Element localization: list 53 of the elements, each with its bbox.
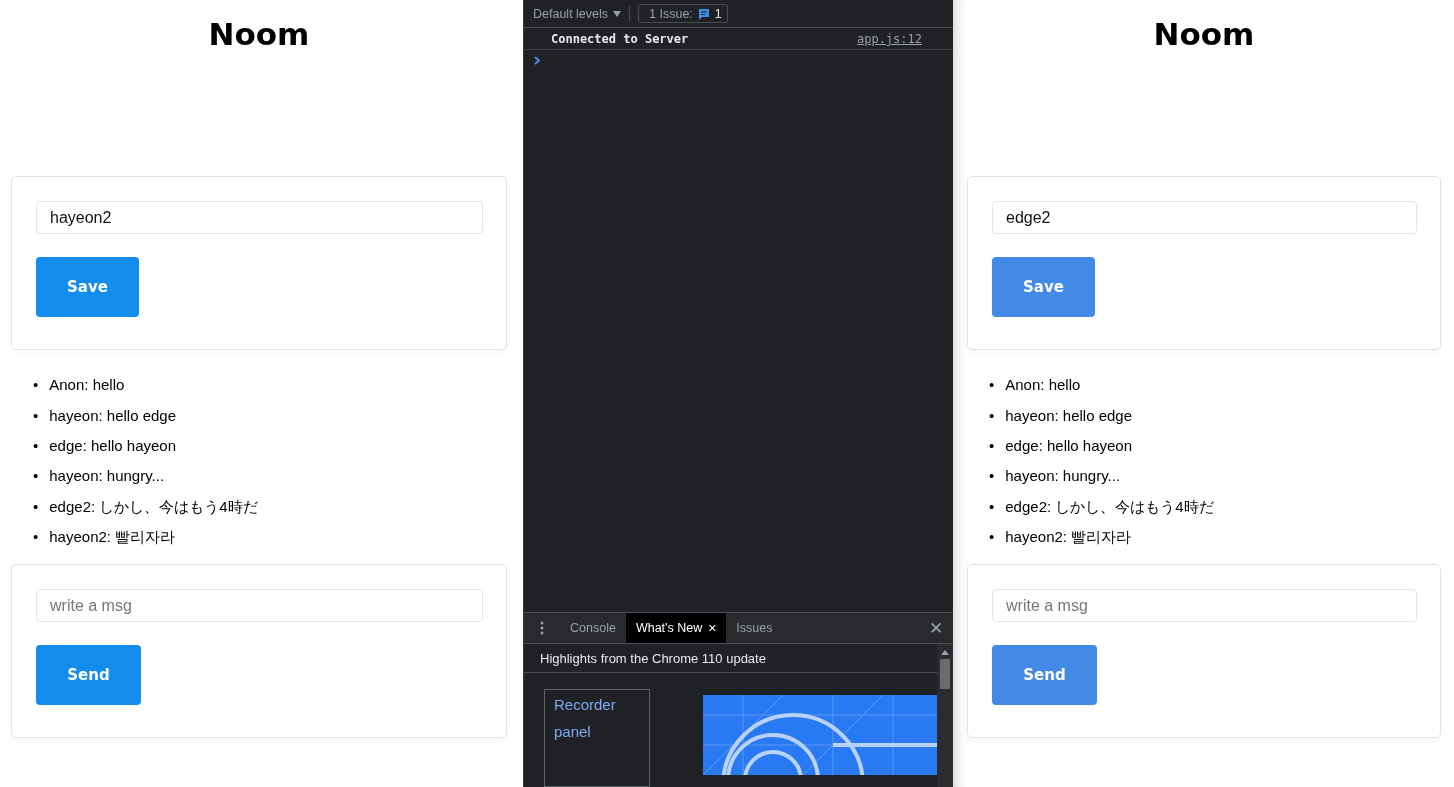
whats-new-header: Highlights from the Chrome 110 update (524, 644, 937, 673)
bullet: • (33, 527, 39, 548)
bullet: • (33, 435, 39, 456)
recorder-link[interactable]: Recorder (554, 696, 616, 713)
close-drawer-button[interactable]: ✕ (919, 613, 953, 643)
app-title: Noom (1153, 16, 1255, 52)
bullet: • (33, 405, 39, 426)
bullet: • (989, 435, 995, 456)
chat-message: edge2: しかし、今はもう4時だ (49, 496, 258, 517)
recorder-link[interactable]: panel (554, 723, 591, 740)
message-field[interactable]: write a msg (36, 589, 483, 623)
chat-message: hayeon2: 빨리자라 (1005, 527, 1132, 548)
log-levels-dropdown[interactable]: Default levels (533, 6, 622, 21)
send-button[interactable]: Send (36, 645, 141, 706)
bullet: • (33, 496, 39, 517)
console-message: Connected to Server (551, 32, 689, 46)
bullet: • (989, 466, 995, 487)
more-options-icon[interactable] (540, 621, 544, 635)
issues-button[interactable]: 1 Issue: 1 (638, 4, 728, 23)
chat-message: Anon: hello (1005, 375, 1081, 396)
drawer-tab[interactable]: What's New × (625, 613, 727, 643)
bullet: • (989, 527, 995, 548)
chat-message: edge: hello hayeon (1005, 435, 1133, 456)
scrollbar[interactable] (937, 644, 953, 787)
chat-message: Anon: hello (49, 375, 125, 396)
nickname-field[interactable]: edge2 (992, 201, 1417, 234)
drawer-tab[interactable]: Issues (726, 613, 783, 643)
chat-message: edge: hello hayeon (49, 435, 177, 456)
drawer-tab[interactable]: Console (560, 613, 626, 643)
bullet: • (989, 375, 995, 396)
message-field[interactable]: write a msg (992, 589, 1417, 623)
nickname-field[interactable]: hayeon2 (36, 201, 483, 234)
chat-message: edge2: しかし、今はもう4時だ (1005, 496, 1214, 517)
prompt-chevron-icon (534, 56, 541, 65)
chat-message: hayeon: hungry... (49, 466, 165, 487)
bullet: • (989, 496, 995, 517)
chat-message: hayeon2: 빨리자라 (49, 527, 176, 548)
chat-message: hayeon: hungry... (1005, 466, 1121, 487)
caret-icon (613, 10, 622, 17)
source-link[interactable]: app.js:12 (856, 32, 922, 46)
save-button[interactable]: Save (992, 257, 1095, 317)
bullet: • (989, 405, 995, 426)
scrollbar-thumb[interactable] (940, 659, 950, 689)
scroll-up-icon[interactable] (941, 649, 949, 655)
bullet: • (33, 466, 39, 487)
save-button[interactable]: Save (36, 257, 139, 317)
app-title: Noom (208, 16, 310, 52)
chat-message: hayeon: hello edge (49, 405, 177, 426)
bullet: • (33, 375, 39, 396)
message-icon (697, 7, 710, 20)
send-button[interactable]: Send (992, 645, 1097, 706)
chat-message: hayeon: hello edge (1005, 405, 1133, 426)
tab-close-icon[interactable]: × (708, 620, 717, 636)
